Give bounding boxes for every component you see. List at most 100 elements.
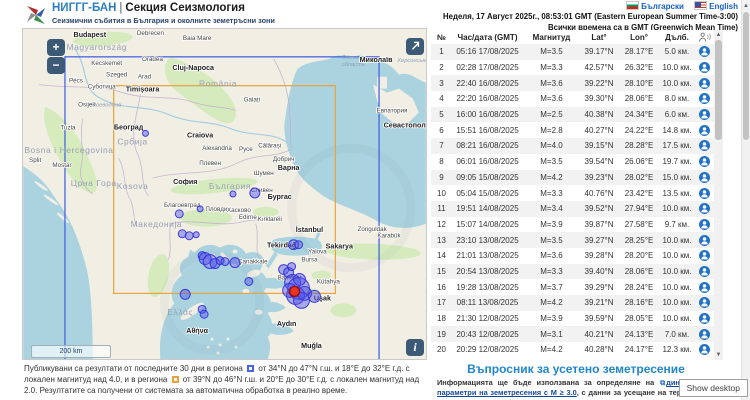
table-row[interactable]: 708:21 16/08/2025M=4.039.15°N28.28°E17.5… [431,138,714,154]
earthquake-marker[interactable] [200,310,208,318]
table-row[interactable]: 1215:07 14/08/2025M=3.939.87°N27.58°E9.7… [431,217,714,233]
table-row[interactable]: 1520:54 13/08/2025M=3.339.40°N28.06°E10.… [431,264,714,280]
felt-report-button[interactable] [694,154,714,170]
map-info-button[interactable]: i [406,339,424,356]
scroll-up-icon[interactable]: ▲ [714,31,723,39]
show-desktop-tooltip[interactable]: Show desktop [679,379,748,397]
felt-report-button[interactable] [694,122,714,138]
earthquake-marker[interactable] [142,130,148,136]
map-canvas[interactable]: BudapestDebrecenBaia MareMagyarországKec… [23,29,426,359]
lang-english-link[interactable]: English [709,2,738,11]
cell-depth: 12.3 км. [660,342,694,358]
felt-report-icon [699,78,710,89]
questionnaire-link[interactable]: Въпросник за усетено земетресение [437,362,715,376]
table-row[interactable]: 422:20 16/08/2025M=3.639.30°N28.06°E8.0 … [431,91,714,107]
earthquake-marker[interactable] [308,290,320,302]
earthquake-marker[interactable] [230,258,240,268]
felt-report-button[interactable] [694,44,714,60]
cell-lon: 27.58°E [618,217,660,233]
earthquake-marker[interactable] [193,232,199,238]
felt-report-button[interactable] [694,138,714,154]
cell-n: 20 [431,342,452,358]
felt-report-button[interactable] [694,311,714,327]
felt-report-button[interactable] [694,217,714,233]
cell-lon: 28.05°E [618,311,660,327]
felt-report-button[interactable] [694,326,714,342]
felt-report-button[interactable] [694,295,714,311]
earthquake-marker[interactable] [288,263,296,271]
table-row[interactable]: 806:01 16/08/2025M=3.539.54°N26.06°E19.7… [431,154,714,170]
table-row[interactable]: 322:40 16/08/2025M=3.639.22°N28.10°E10.0… [431,75,714,91]
table-row[interactable]: 1821:30 12/08/2025M=3.939.59°N28.05°E10.… [431,311,714,327]
table-row[interactable]: 1421:01 13/08/2025M=3.639.28°N28.20°E10.… [431,248,714,264]
table-row[interactable]: 909:05 15/08/2025M=4.239.23°N28.02°E15.0… [431,170,714,186]
earthquake-marker-latest[interactable] [290,286,300,296]
org-name: НИГГГ-БАН [52,2,116,14]
table-row[interactable]: 1920:43 12/08/2025M=3.140.21°N24.13°E7.0… [431,326,714,342]
earthquake-marker[interactable] [295,241,303,249]
cell-n: 10 [431,185,452,201]
earthquake-marker[interactable] [180,289,190,299]
zoom-out-button[interactable]: − [47,57,65,74]
page-scrollbar[interactable]: ▲ ▼ [741,0,750,400]
felt-report-button[interactable] [694,91,714,107]
table-row[interactable]: 1005:04 15/08/2025M=3.340.76°N23.42°E13.… [431,185,714,201]
table-row[interactable]: 105:16 17/08/2025M=3.539.17°N28.17°E5.0 … [431,44,714,60]
table-scrollbar[interactable]: ▲ ▼ [714,30,723,360]
earthquake-marker[interactable] [221,258,229,266]
felt-report-button[interactable] [694,279,714,295]
felt-report-button[interactable] [694,75,714,91]
felt-report-button[interactable] [694,264,714,280]
page-scrollbar-thumb[interactable] [743,12,749,140]
cell-lon: 28.17°E [618,44,660,60]
niggg-logo-icon [25,4,47,26]
earthquake-marker[interactable] [245,277,253,285]
cell-n: 18 [431,311,452,327]
earthquake-marker[interactable] [197,206,203,212]
felt-report-button[interactable] [694,60,714,76]
felt-report-icon [699,282,710,293]
felt-report-icon [699,188,710,199]
felt-report-icon [699,156,710,167]
felt-report-button[interactable] [694,201,714,217]
earthquake-marker[interactable] [185,232,193,240]
map-label: Αθήνα [186,327,208,335]
felt-report-button[interactable] [694,342,714,358]
earthquake-marker[interactable] [250,188,260,198]
cell-time: 15:07 14/08/2025 [452,217,523,233]
map-label: Mostar [52,162,71,169]
page-scroll-up-icon[interactable]: ▲ [742,2,750,10]
fullscreen-button[interactable] [406,38,424,55]
cell-mag: M=2.5 [523,107,580,123]
felt-report-button[interactable] [694,248,714,264]
earthquake-marker[interactable] [230,191,236,197]
map-label: Херсонська [396,58,426,64]
scroll-down-icon[interactable]: ▼ [714,351,723,359]
table-row[interactable]: 1119:51 14/08/2025M=3.439.52°N27.94°E10.… [431,201,714,217]
cell-mag: M=3.3 [523,60,580,76]
cell-time: 08:21 16/08/2025 [452,138,523,154]
map-container[interactable]: BudapestDebrecenBaia MareMagyarországKec… [22,28,427,360]
cell-time: 06:01 16/08/2025 [452,154,523,170]
lang-bulgarian-link[interactable]: Български [641,2,684,11]
table-row[interactable]: 1708:11 13/08/2025M=4.239.21°N28.16°E10.… [431,295,714,311]
table-row[interactable]: 1323:10 13/08/2025M=3.539.27°N28.25°E10.… [431,232,714,248]
cell-n: 13 [431,232,452,248]
table-row[interactable]: 202:28 17/08/2025M=3.342.57°N26.32°E10.0… [431,60,714,76]
earthquake-marker[interactable] [294,274,306,286]
felt-report-button[interactable] [694,232,714,248]
table-row[interactable]: 1619:28 13/08/2025M=3.739.29°N28.24°E10.… [431,279,714,295]
zoom-in-button[interactable]: + [47,39,65,56]
earthquake-marker[interactable] [175,210,183,218]
table-row[interactable]: 516:00 16/08/2025M=2.540.38°N24.34°E6.0 … [431,107,714,123]
cell-lat: 39.15°N [580,138,618,154]
felt-report-button[interactable] [694,107,714,123]
table-row[interactable]: 2020:29 12/08/2025M=4.240.28°N24.17°E12.… [431,342,714,358]
table-row[interactable]: 615:51 16/08/2025M=2.840.27°N24.22°E14.8… [431,122,714,138]
felt-report-button[interactable] [694,170,714,186]
cell-time: 20:29 12/08/2025 [452,342,523,358]
map-label: Ελλάς [167,307,193,317]
cell-mag: M=3.1 [523,326,580,342]
table-scrollbar-thumb[interactable] [715,40,722,140]
felt-report-button[interactable] [694,185,714,201]
